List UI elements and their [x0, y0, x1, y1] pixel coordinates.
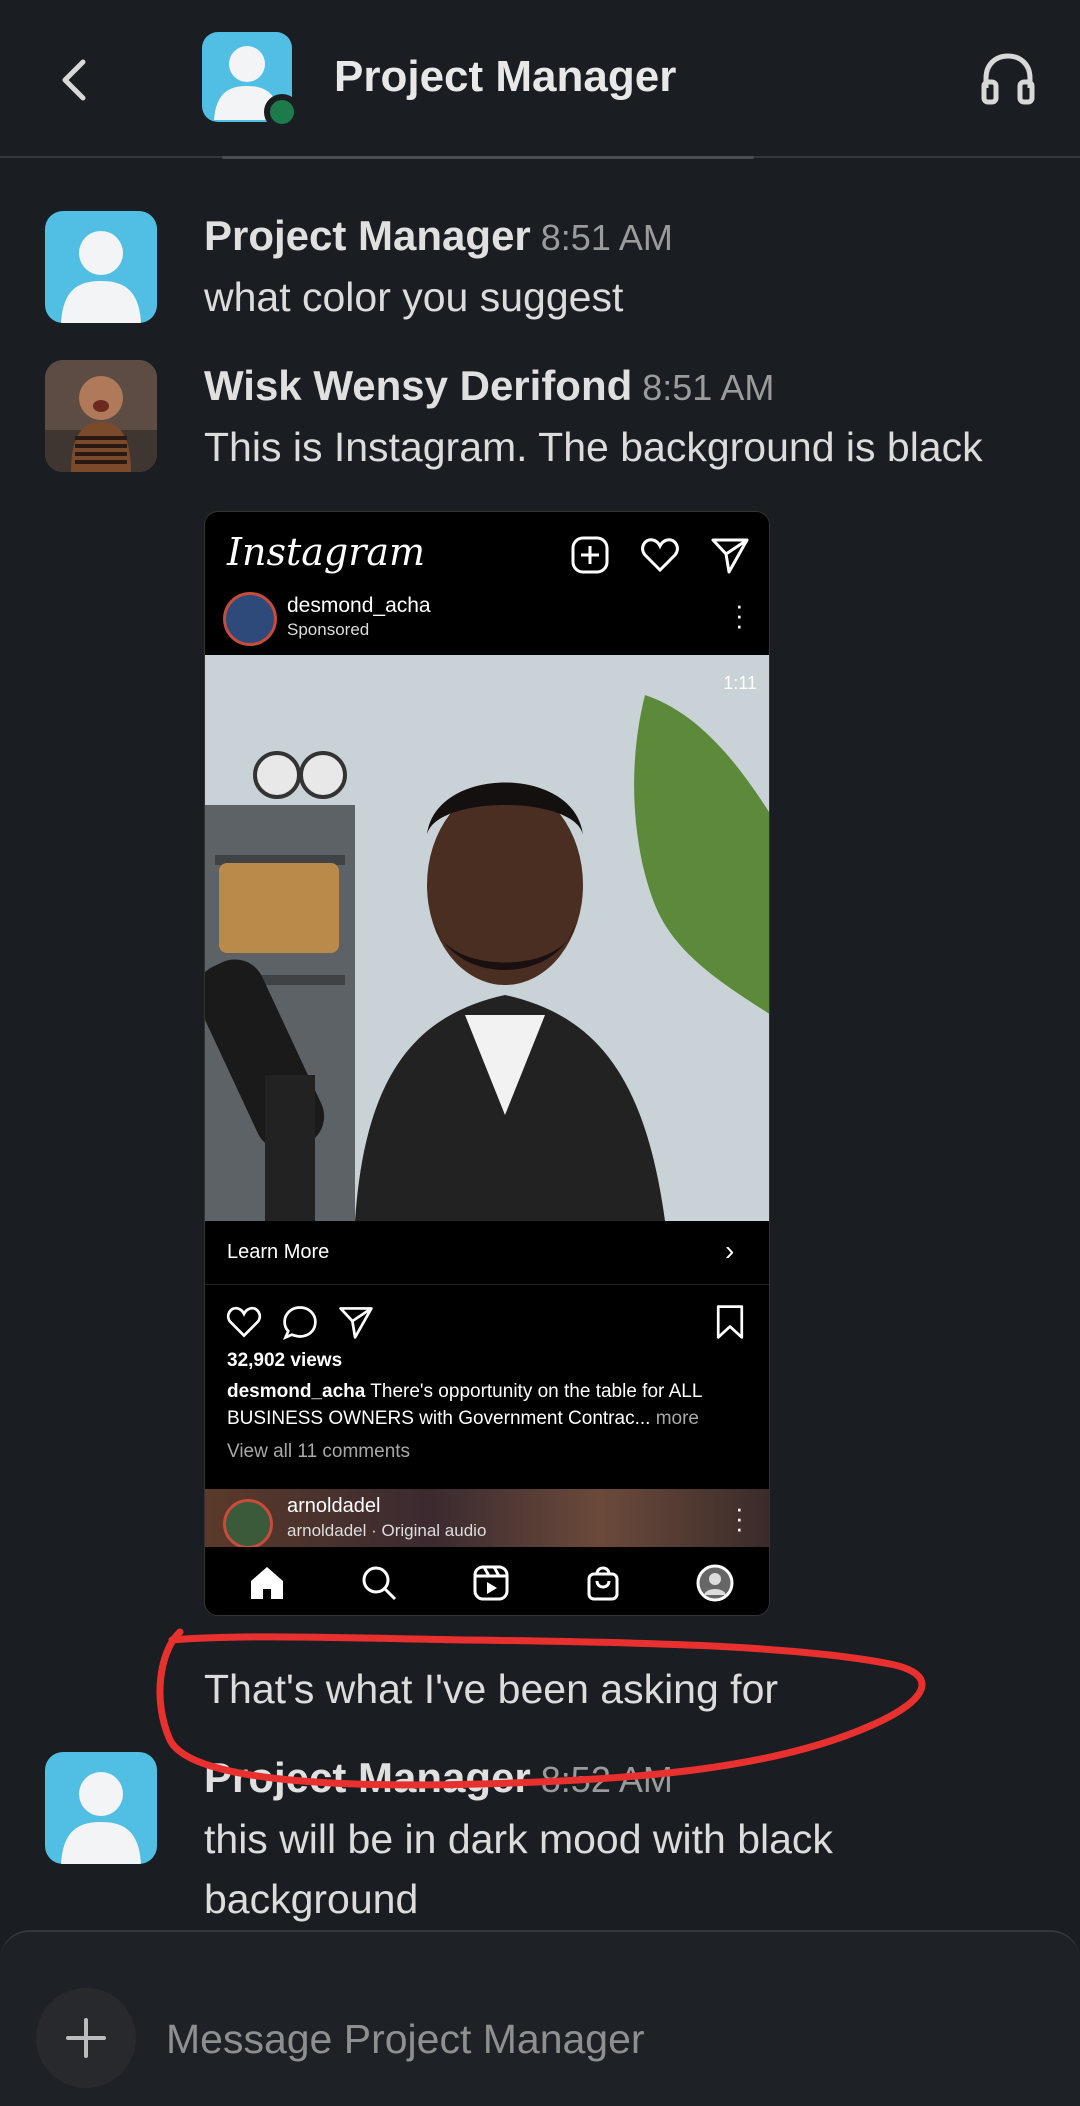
- instagram-bottom-nav: [205, 1547, 769, 1615]
- presenter-photo: [205, 655, 769, 1221]
- shop-icon: [587, 1566, 619, 1601]
- next-poster-username: arnoldadel: [287, 1495, 381, 1517]
- sender-avatar[interactable]: [45, 211, 157, 323]
- add-attachment-button[interactable]: [36, 1988, 136, 2088]
- comment-icon: [282, 1306, 317, 1340]
- message-sender[interactable]: Project Manager 8:52 AM: [204, 1754, 673, 1802]
- channel-header: Project Manager: [0, 0, 1080, 159]
- message-time: 8:52 AM: [540, 1759, 673, 1800]
- message-time: 8:51 AM: [540, 217, 673, 258]
- next-poster-avatar: [223, 1499, 273, 1549]
- sender-name[interactable]: Wisk Wensy Derifond: [204, 362, 632, 409]
- image-attachment[interactable]: Instagram desmond_acha Sponsored · · · 1…: [204, 511, 770, 1616]
- message-sender[interactable]: Project Manager 8:51 AM: [204, 212, 673, 260]
- header-divider: [222, 156, 754, 159]
- message-text-line: background: [204, 1876, 419, 1922]
- message-composer: [0, 1930, 1080, 2106]
- message-text: That's what I've been asking for: [204, 1666, 779, 1712]
- poster-username: desmond_acha: [287, 594, 431, 617]
- user-silhouette-icon: [61, 231, 141, 323]
- send-icon: [711, 538, 749, 574]
- bookmark-icon: [716, 1305, 744, 1339]
- baby-photo: [45, 360, 157, 472]
- message-input[interactable]: [166, 2004, 1026, 2074]
- caption-username: desmond_acha: [227, 1381, 366, 1402]
- message-time: 8:51 AM: [642, 367, 775, 408]
- message-text: This is Instagram. The background is bla…: [204, 424, 983, 470]
- profile-icon: [696, 1564, 734, 1602]
- message-sender[interactable]: Wisk Wensy Derifond 8:51 AM: [204, 362, 774, 410]
- learn-more-bar: Learn More ›: [205, 1221, 769, 1285]
- heart-icon: [641, 538, 679, 573]
- caption-more: more: [655, 1408, 699, 1429]
- headphones-icon: [981, 53, 1035, 105]
- message-text: what color you suggest: [204, 274, 624, 320]
- channel-title[interactable]: Project Manager: [334, 52, 676, 102]
- more-options-icon: · · ·: [735, 1493, 744, 1543]
- next-poster-audio: arnoldadel · Original audio: [287, 1521, 487, 1540]
- sender-name[interactable]: Project Manager: [204, 212, 531, 259]
- view-count: 32,902 views: [227, 1350, 343, 1371]
- plus-icon: [66, 2018, 106, 2058]
- user-silhouette-icon: [61, 1772, 141, 1864]
- video-frame: 1:11: [205, 655, 769, 1221]
- sender-avatar[interactable]: [45, 1752, 157, 1864]
- search-icon: [362, 1566, 397, 1601]
- post-actions: [205, 1295, 769, 1345]
- next-post-preview: arnoldadel arnoldadel · Original audio ·…: [205, 1489, 769, 1549]
- reels-icon: [473, 1565, 509, 1601]
- like-icon: [226, 1306, 262, 1338]
- view-comments-link: View all 11 comments: [227, 1441, 411, 1462]
- post-caption: desmond_acha There's opportunity on the …: [227, 1378, 752, 1432]
- chevron-left-icon: [62, 59, 86, 101]
- add-post-icon: [571, 536, 609, 574]
- instagram-logo: Instagram: [227, 530, 426, 574]
- home-icon: [251, 1567, 283, 1599]
- sender-avatar-photo[interactable]: [45, 360, 157, 472]
- sponsored-label: Sponsored: [287, 620, 370, 639]
- share-icon: [339, 1307, 373, 1339]
- sender-name[interactable]: Project Manager: [204, 1754, 531, 1801]
- back-button[interactable]: [40, 45, 110, 115]
- more-options-icon: · · ·: [735, 590, 744, 640]
- huddle-button[interactable]: [978, 48, 1038, 108]
- poster-avatar: [223, 592, 277, 646]
- message-text-line: this will be in dark mood with black: [204, 1816, 833, 1862]
- chevron-right-icon: ›: [725, 1235, 735, 1266]
- video-timer: 1:11: [723, 673, 757, 693]
- learn-more-label: Learn More: [227, 1241, 330, 1263]
- presence-indicator: [264, 94, 300, 130]
